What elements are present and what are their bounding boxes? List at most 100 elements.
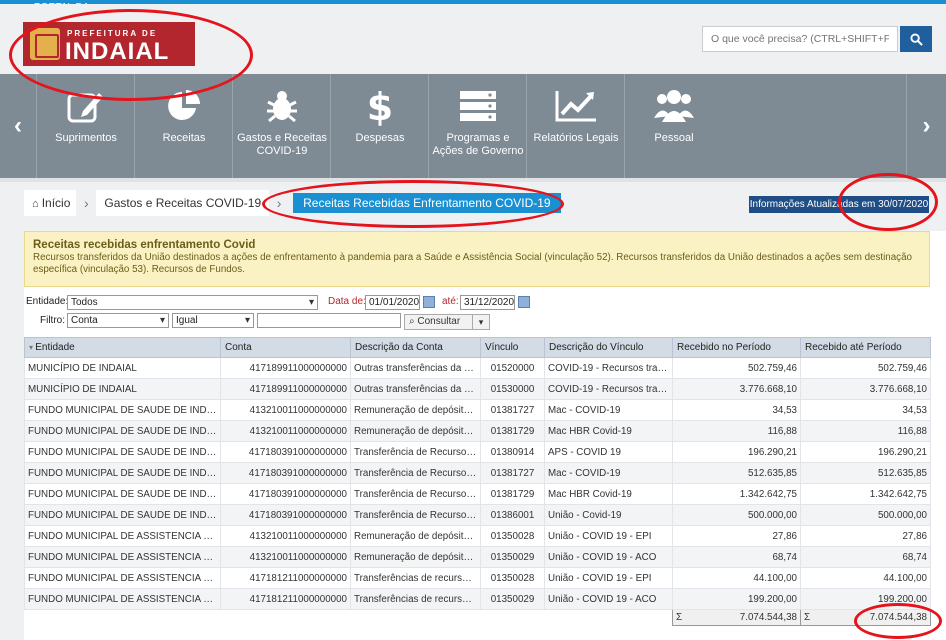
filtro-value-input[interactable] xyxy=(257,313,401,328)
cell-recebido-periodo: 196.290,21 xyxy=(672,441,801,463)
breadcrumb-covid[interactable]: Gastos e Receitas COVID-19 xyxy=(96,190,270,216)
cell-descricao-conta: Remuneração de depósitos bancários xyxy=(350,546,481,568)
cell-descricao-conta: Remuneração de depósitos bancários xyxy=(350,420,481,442)
cell-entidade: FUNDO MUNICIPAL DE SAUDE DE INDAIAL xyxy=(24,462,221,484)
filtro-operator-select[interactable]: Igual xyxy=(172,313,254,328)
data-de-input[interactable]: 01/01/2020 xyxy=(365,295,420,310)
line-chart-icon xyxy=(527,88,625,124)
cell-recebido-ate-periodo: 1.342.642,75 xyxy=(800,483,931,505)
table-row[interactable]: FUNDO MUNICIPAL DE SAUDE DE INDAIAL 41321… xyxy=(24,399,931,421)
cell-recebido-periodo: 116,88 xyxy=(672,420,801,442)
breadcrumb-home[interactable]: ⌂ Início xyxy=(24,190,77,216)
table-row[interactable]: FUNDO MUNICIPAL DE SAUDE DE INDAIAL 41718… xyxy=(24,483,931,505)
table-row[interactable]: MUNICÍPIO DE INDAIAL 417189911000000000 Ou… xyxy=(24,357,931,379)
content-panel: Receitas recebidas enfrentamento Covid R… xyxy=(24,231,946,640)
cell-descricao-conta: Transferências de recursos do FNAS xyxy=(350,567,481,589)
nav-item-relatorios[interactable]: Relatórios Legais xyxy=(526,74,624,178)
prefeitura-logo[interactable]: PREFEITURA DE INDAIAL xyxy=(23,22,195,66)
filtro-field-select[interactable]: Conta xyxy=(67,313,169,328)
cell-recebido-ate-periodo: 196.290,21 xyxy=(800,441,931,463)
table-row[interactable]: FUNDO MUNICIPAL DE SAUDE DE INDAIAL 41718… xyxy=(24,441,931,463)
coat-of-arms-icon xyxy=(30,28,60,60)
breadcrumb-current: Receitas Recebidas Enfrentamento COVID-1… xyxy=(293,193,561,213)
cell-recebido-ate-periodo: 34,53 xyxy=(800,399,931,421)
cell-entidade: FUNDO MUNICIPAL DE SAUDE DE INDAIAL xyxy=(24,420,221,442)
table-row[interactable]: FUNDO MUNICIPAL DE SAUDE DE INDAIAL 41718… xyxy=(24,462,931,484)
cell-recebido-ate-periodo: 3.776.668,10 xyxy=(800,378,931,400)
cell-descricao-vinculo: Mac HBR Covid-19 xyxy=(544,420,673,442)
table-row[interactable]: FUNDO MUNICIPAL DE ASSISTENCIA SOCIAL DE… xyxy=(24,546,931,568)
header: PREFEITURA DE INDAIAL xyxy=(0,4,946,74)
col-entidade[interactable]: ▾ Entidade xyxy=(24,337,221,358)
cell-recebido-ate-periodo: 116,88 xyxy=(800,420,931,442)
nav-prev-button[interactable]: ‹ xyxy=(0,74,36,178)
col-descricao-conta[interactable]: Descrição da Conta xyxy=(350,337,481,358)
cell-recebido-periodo: 27,86 xyxy=(672,525,801,547)
cell-conta: 413210011000000000 xyxy=(220,546,351,568)
search-input[interactable] xyxy=(702,26,898,52)
cell-descricao-vinculo: COVID-19 - Recursos transferidos xyxy=(544,378,673,400)
col-recebido-periodo[interactable]: Recebido no Período xyxy=(672,337,801,358)
nav-item-suprimentos[interactable]: Suprimentos xyxy=(36,74,134,178)
cell-descricao-conta: Transferência de Recursos do SUS xyxy=(350,483,481,505)
cell-vinculo: 01381727 xyxy=(480,462,545,484)
table-row[interactable]: MUNICÍPIO DE INDAIAL 417189911000000000 Ou… xyxy=(24,378,931,400)
nav-item-pessoal[interactable]: Pessoal xyxy=(624,74,722,178)
col-recebido-ate-periodo[interactable]: Recebido até Período xyxy=(800,337,931,358)
nav-label: Gastos e Receitas COVID-19 xyxy=(237,132,327,157)
col-descricao-vinculo[interactable]: Descrição do Vínculo xyxy=(544,337,673,358)
cell-descricao-vinculo: União - COVID 19 - ACO xyxy=(544,546,673,568)
total-ate-periodo: Σ 7.074.544,38 xyxy=(800,609,931,626)
cell-recebido-ate-periodo: 27,86 xyxy=(800,525,931,547)
breadcrumb: ⌂ Início › Gastos e Receitas COVID-19 › … xyxy=(24,190,561,216)
filtro-label: Filtro: xyxy=(40,315,65,326)
table-row[interactable]: FUNDO MUNICIPAL DE SAUDE DE INDAIAL 41321… xyxy=(24,420,931,442)
column-header-label: Entidade xyxy=(35,342,75,353)
cell-vinculo: 01350028 xyxy=(480,567,545,589)
nav-item-programas[interactable]: Programas e Ações de Governo xyxy=(428,74,526,178)
nav-item-despesas[interactable]: $ Despesas xyxy=(330,74,428,178)
home-icon: ⌂ xyxy=(32,198,42,210)
table-row[interactable]: FUNDO MUNICIPAL DE SAUDE DE INDAIAL 41718… xyxy=(24,504,931,526)
cell-descricao-vinculo: União - Covid-19 xyxy=(544,504,673,526)
logo-small-text: PREFEITURA DE xyxy=(67,29,158,38)
table-row[interactable]: FUNDO MUNICIPAL DE ASSISTENCIA SOCIAL DE… xyxy=(24,567,931,589)
calendar-icon[interactable] xyxy=(518,296,530,308)
search-button[interactable] xyxy=(900,26,932,52)
calendar-icon[interactable] xyxy=(423,296,435,308)
pie-chart-icon xyxy=(135,88,233,124)
cell-vinculo: 01381729 xyxy=(480,420,545,442)
cell-entidade: MUNICÍPIO DE INDAIAL xyxy=(24,378,221,400)
users-icon xyxy=(625,88,723,124)
table-row[interactable]: FUNDO MUNICIPAL DE ASSISTENCIA SOCIAL DE… xyxy=(24,588,931,610)
entidade-select[interactable]: Todos xyxy=(67,295,318,310)
cell-entidade: FUNDO MUNICIPAL DE SAUDE DE INDAIAL xyxy=(24,483,221,505)
consultar-dropdown-button[interactable]: ▾ xyxy=(472,314,490,330)
cell-vinculo: 01381729 xyxy=(480,483,545,505)
nav-item-receitas[interactable]: Receitas xyxy=(134,74,232,178)
entidade-label: Entidade: xyxy=(26,296,69,307)
dollar-icon: $ xyxy=(331,86,429,126)
cell-entidade: FUNDO MUNICIPAL DE SAUDE DE INDAIAL xyxy=(24,399,221,421)
ate-input[interactable]: 31/12/2020 xyxy=(460,295,515,310)
cell-entidade: FUNDO MUNICIPAL DE SAUDE DE INDAIAL xyxy=(24,441,221,463)
cell-descricao-conta: Transferência de Recursos do SUS xyxy=(350,462,481,484)
cell-descricao-conta: Transferências de recursos do FNAS xyxy=(350,588,481,610)
nav-label: Suprimentos xyxy=(55,132,117,144)
cell-descricao-conta: Outras transferências da união xyxy=(350,357,481,379)
cell-vinculo: 01350029 xyxy=(480,546,545,568)
table-row[interactable]: FUNDO MUNICIPAL DE ASSISTENCIA SOCIAL DE… xyxy=(24,525,931,547)
nav-next-button[interactable]: › xyxy=(906,74,946,178)
cell-vinculo: 01381727 xyxy=(480,399,545,421)
col-vinculo[interactable]: Vínculo xyxy=(480,337,545,358)
nav-label: Pessoal xyxy=(654,132,694,144)
chevron-right-icon: › xyxy=(84,195,89,211)
cell-descricao-vinculo: União - COVID 19 - ACO xyxy=(544,588,673,610)
sigma-icon: Σ xyxy=(676,612,683,623)
svg-text:$: $ xyxy=(367,86,393,126)
cell-descricao-vinculo: Mac HBR Covid-19 xyxy=(544,483,673,505)
nav-item-covid[interactable]: Gastos e Receitas COVID-19 xyxy=(232,74,330,178)
col-conta[interactable]: Conta xyxy=(220,337,351,358)
cell-conta: 413210011000000000 xyxy=(220,525,351,547)
cell-conta: 413210011000000000 xyxy=(220,399,351,421)
